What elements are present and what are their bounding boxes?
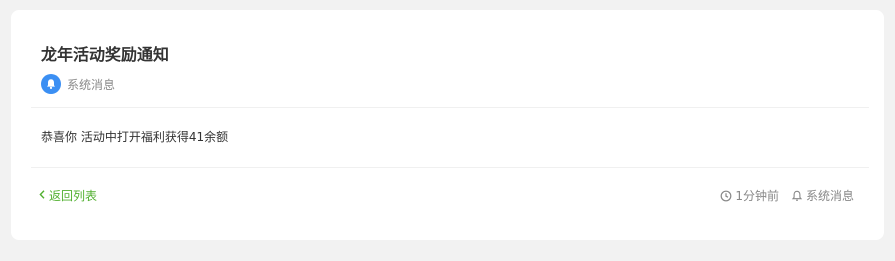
back-to-list-link[interactable]: 返回列表 (39, 187, 97, 204)
notification-card: 龙年活动奖励通知 系统消息 恭喜你 活动中打开福利获得41余额 返回列表 1分钟… (11, 10, 884, 240)
notification-source: 系统消息 (41, 74, 115, 94)
chevron-left-icon (39, 189, 45, 202)
category-info: 系统消息 (791, 187, 854, 204)
back-link-label: 返回列表 (49, 189, 98, 203)
time-ago: 1分钟前 (735, 189, 779, 203)
clock-icon (720, 190, 732, 201)
notification-message: 恭喜你 活动中打开福利获得41余额 (41, 130, 229, 144)
divider (31, 107, 869, 108)
time-info: 1分钟前 (720, 187, 779, 204)
notification-meta: 1分钟前 系统消息 (720, 187, 854, 204)
bell-icon (41, 74, 61, 94)
bell-outline-icon (791, 190, 803, 201)
source-label: 系统消息 (67, 77, 116, 92)
notification-title: 龙年活动奖励通知 (41, 45, 170, 64)
category-label: 系统消息 (805, 189, 854, 203)
divider (31, 167, 869, 168)
